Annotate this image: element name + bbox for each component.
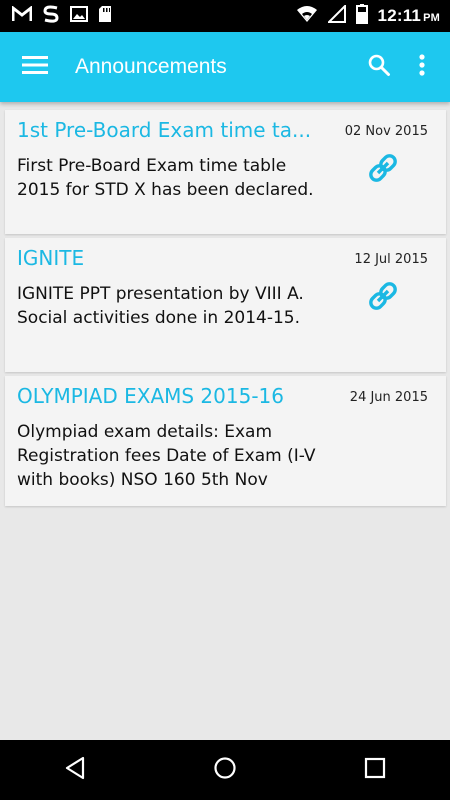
back-button[interactable]	[45, 740, 105, 800]
attachment-link[interactable]	[363, 150, 403, 190]
recents-button[interactable]	[345, 740, 405, 800]
home-button[interactable]	[195, 740, 255, 800]
attachment-link[interactable]	[363, 278, 403, 318]
clock-ampm: PM	[423, 12, 440, 24]
clock-time: 12:11	[377, 6, 422, 25]
clock: 12:11 PM	[378, 6, 440, 26]
announcement-title[interactable]: OLYMPIAD EXAMS 2015-16	[17, 384, 322, 408]
navigation-bar	[0, 740, 450, 800]
app-bar: Announcements	[0, 32, 450, 102]
announcement-date: 24 Jun 2015	[349, 390, 428, 405]
announcement-card[interactable]: IGNITE IGNITE PPT presentation by VIII A…	[5, 238, 446, 372]
announcement-description: Olympiad exam details: Exam Registration…	[17, 422, 316, 490]
page-title: Announcements	[75, 55, 227, 78]
system-icons: 12:11 PM	[296, 3, 450, 28]
menu-button[interactable]	[0, 32, 70, 102]
announcement-description: IGNITE PPT presentation by VIII A. Socia…	[17, 284, 304, 328]
announcement-card[interactable]: OLYMPIAD EXAMS 2015-16 Olympiad exam det…	[5, 376, 446, 506]
overflow-menu-button[interactable]	[402, 32, 442, 102]
announcement-date: 12 Jul 2015	[354, 252, 428, 267]
more-vert-icon	[418, 53, 426, 81]
sd-card-icon	[98, 5, 112, 27]
announcement-description: First Pre-Board Exam time table 2015 for…	[17, 156, 314, 200]
home-icon	[213, 756, 237, 784]
announcement-title[interactable]: IGNITE	[17, 246, 322, 270]
search-button[interactable]	[356, 32, 402, 102]
link-icon	[366, 279, 400, 317]
link-icon	[366, 151, 400, 189]
signal-icon	[326, 3, 346, 27]
search-icon	[367, 53, 391, 81]
sync-icon	[42, 4, 60, 28]
menu-icon	[21, 55, 49, 79]
wifi-icon	[296, 5, 318, 27]
gmail-icon	[11, 4, 33, 26]
battery-icon	[355, 4, 368, 28]
image-icon	[70, 6, 88, 26]
announcement-date: 02 Nov 2015	[344, 124, 428, 139]
status-bar: 12:11 PM	[0, 0, 450, 32]
announcement-card[interactable]: 1st Pre-Board Exam time ta... First Pre-…	[5, 110, 446, 234]
announcement-title[interactable]: 1st Pre-Board Exam time ta...	[17, 118, 322, 142]
back-icon	[64, 756, 86, 784]
notification-icons	[0, 4, 112, 28]
recents-icon	[364, 757, 386, 783]
